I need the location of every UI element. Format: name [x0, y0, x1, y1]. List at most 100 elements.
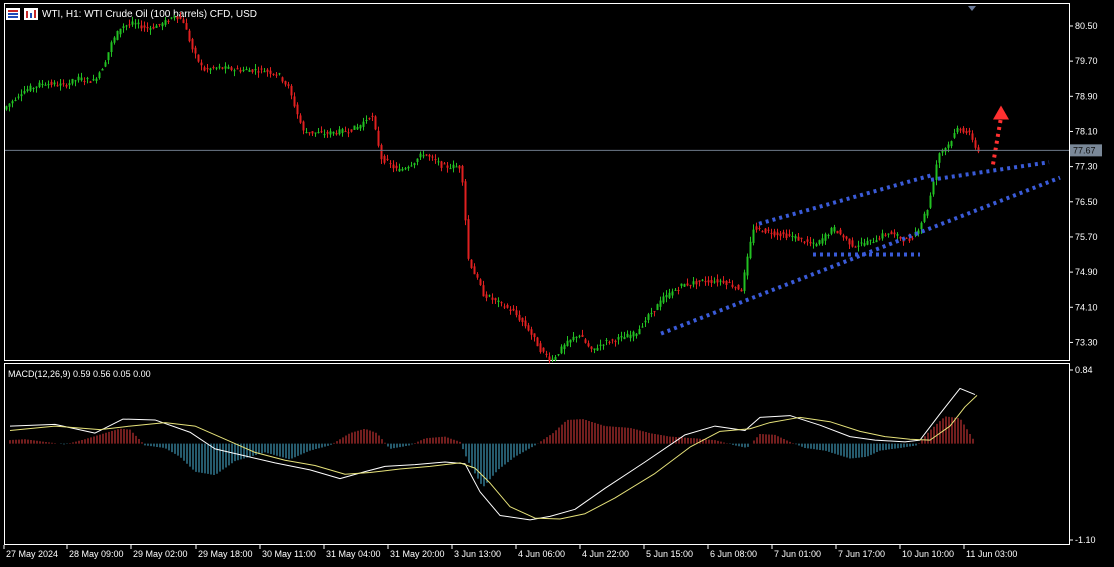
candle-body — [92, 79, 95, 81]
candle-body — [833, 227, 836, 232]
candle-body — [668, 292, 671, 298]
time-tick-label: 4 Jun 22:00 — [582, 549, 629, 559]
candle-body — [380, 145, 383, 160]
candle-body — [332, 131, 335, 134]
candle-body — [812, 242, 815, 244]
candle-body — [695, 281, 698, 285]
candle-body — [947, 144, 950, 148]
candle-body — [26, 89, 29, 92]
candle-body — [119, 28, 122, 35]
candle-body — [455, 166, 458, 168]
candle-body — [959, 129, 962, 131]
time-tick-label: 11 Jun 03:00 — [966, 549, 1017, 559]
candle-body — [350, 129, 353, 132]
candle-body — [311, 131, 314, 134]
scroll-marker-icon[interactable] — [968, 6, 976, 11]
candle-body — [521, 317, 524, 323]
candle-body — [77, 76, 80, 81]
candle-body — [680, 283, 683, 286]
candle-body — [956, 128, 959, 133]
candle-body — [911, 238, 914, 240]
up-arrow-head-icon — [993, 105, 1009, 120]
macd-tick-label: 0.84 — [1075, 365, 1093, 375]
time-tick-label: 29 May 02:00 — [133, 549, 188, 559]
candle-body — [635, 333, 638, 336]
candle-body — [932, 181, 935, 195]
trendline[interactable] — [930, 160, 1050, 182]
candle-body — [302, 121, 305, 131]
candle-body — [707, 280, 710, 283]
time-tick-label: 7 Jun 17:00 — [838, 549, 885, 559]
candle-body — [581, 334, 584, 337]
candle-body — [830, 227, 833, 234]
chart-canvas[interactable]: 80.50 79.70 78.90 78.10 77.30 76.50 75.70 74.90… — [0, 0, 1114, 567]
time-tick-label: 28 May 09:00 — [69, 549, 124, 559]
candle-body — [263, 71, 266, 73]
candle-body — [383, 156, 386, 163]
candle-body — [545, 353, 548, 355]
candle-body — [233, 70, 236, 72]
price-candles — [5, 12, 980, 364]
candle-body — [347, 132, 350, 134]
candle-body — [128, 24, 131, 26]
candle-body — [224, 66, 227, 69]
candle-body — [713, 281, 716, 283]
candle-body — [437, 161, 440, 163]
price-tick-label: 78.90 — [1075, 91, 1098, 101]
candle-body — [923, 213, 926, 222]
candle-body — [206, 68, 209, 70]
time-tick-label: 29 May 18:00 — [198, 549, 253, 559]
candle-body — [515, 310, 518, 316]
up-arrow-shaft — [991, 117, 1003, 165]
candle-body — [971, 133, 974, 140]
candle-body — [251, 69, 254, 73]
candle-body — [227, 66, 230, 69]
candle-body — [752, 229, 755, 243]
candle-body — [413, 163, 416, 166]
candle-body — [464, 181, 467, 221]
trendline[interactable] — [758, 173, 932, 226]
candle-body — [734, 287, 737, 289]
candle-body — [194, 47, 197, 54]
candle-body — [506, 304, 509, 308]
candle-body — [758, 228, 761, 230]
candle-body — [218, 66, 221, 68]
candle-body — [548, 356, 551, 361]
candle-body — [152, 26, 155, 29]
candle-body — [134, 23, 137, 25]
candle-body — [74, 80, 77, 82]
candle-body — [260, 68, 263, 70]
candle-body — [527, 325, 530, 331]
candle-body — [977, 147, 980, 152]
candle-body — [746, 256, 749, 276]
candle-body — [728, 281, 731, 283]
candle-body — [446, 165, 449, 168]
candle-body — [839, 229, 842, 235]
candle-body — [737, 284, 740, 290]
candle-body — [191, 39, 194, 50]
candle-body — [5, 106, 8, 110]
candle-body — [569, 339, 572, 343]
candle-body — [539, 343, 542, 353]
candle-body — [533, 333, 536, 338]
candle-body — [155, 25, 158, 28]
candle-body — [35, 86, 38, 88]
candle-body — [497, 300, 500, 302]
candle-body — [731, 284, 734, 287]
candle-body — [335, 133, 338, 135]
candle-body — [857, 245, 860, 247]
trendline[interactable] — [660, 175, 1061, 336]
candle-body — [470, 259, 473, 268]
candle-body — [872, 242, 875, 244]
candle-body — [608, 341, 611, 343]
candle-body — [686, 283, 689, 286]
candle-body — [299, 115, 302, 123]
candle-body — [83, 81, 86, 83]
candle-body — [776, 232, 779, 236]
candle-body — [806, 239, 809, 242]
candle-body — [878, 238, 881, 240]
price-tick-label: 79.70 — [1075, 56, 1098, 66]
candle-body — [605, 339, 608, 341]
candle-body — [554, 356, 557, 360]
candle-body — [641, 326, 644, 328]
